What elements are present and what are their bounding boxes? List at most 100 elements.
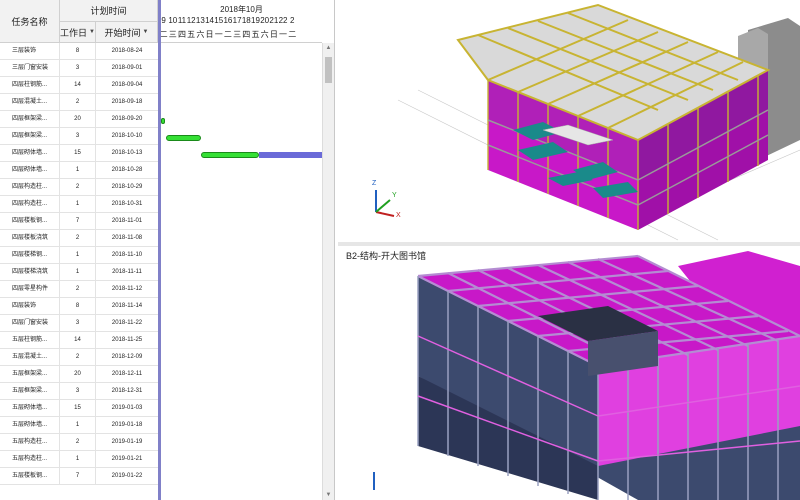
task-row[interactable]: 五层构造柱... 2 2019-01-19 (0, 434, 158, 451)
start-date-cell: 2018-11-10 (111, 252, 143, 258)
start-date-cell: 2018-09-18 (111, 99, 143, 105)
task-row[interactable]: 四层砌体墙... 1 2018-10-28 (0, 162, 158, 179)
start-date-cell: 2018-11-14 (111, 303, 143, 309)
start-date-cell: 2018-11-25 (111, 337, 143, 343)
weekday: 日 (205, 30, 214, 39)
task-row[interactable]: 四层门窗安装 3 2018-11-22 (0, 315, 158, 332)
work-days-cell: 8 (60, 298, 96, 314)
gantt-bar[interactable] (166, 135, 201, 141)
task-row[interactable]: 四层楼梯钢... 1 2018-11-10 (0, 247, 158, 264)
building-model-render-bottom (417, 251, 800, 500)
column-header-work-days[interactable]: 工作日 ▼ (60, 22, 96, 43)
task-row[interactable]: 三层门窗安装 3 2018-09-01 (0, 60, 158, 77)
axis-y-label: Y (392, 192, 397, 199)
gantt-bar[interactable] (161, 118, 165, 124)
weekday: 日 (269, 30, 278, 39)
start-date-cell: 2019-01-18 (111, 422, 143, 428)
task-name-cell: 四层柱钢筋... (0, 77, 60, 93)
start-date-cell: 2018-10-13 (111, 150, 143, 156)
task-name-cell: 五层楼板钢... (0, 468, 60, 484)
gantt-bar[interactable] (201, 152, 259, 158)
scroll-up-icon[interactable]: ▲ (323, 43, 334, 53)
weekday: 五 (187, 30, 196, 39)
scroll-down-icon[interactable]: ▼ (323, 490, 334, 500)
work-days-cell: 1 (60, 162, 96, 178)
weekday: 二 (288, 30, 297, 39)
work-days-cell: 2 (60, 349, 96, 365)
day-number: 18 (241, 16, 251, 25)
start-date-cell: 2018-08-24 (111, 48, 143, 54)
task-row[interactable]: 五层柱钢筋... 14 2018-11-25 (0, 332, 158, 349)
task-row[interactable]: 四层柱钢筋... 14 2018-09-04 (0, 77, 158, 94)
task-name-cell: 四层框架梁... (0, 128, 60, 144)
work-days-cell: 1 (60, 196, 96, 212)
axis-x-label: X (396, 212, 401, 219)
vertical-scrollbar[interactable]: ▲ ▼ (322, 43, 334, 500)
column-header-task-name[interactable]: 任务名称 (0, 0, 60, 43)
start-date-cell: 2018-09-20 (111, 116, 143, 122)
day-number: 15 (214, 16, 224, 25)
weekday: 二 (223, 30, 232, 39)
start-date-cell: 2019-01-21 (111, 456, 143, 462)
weekday: 一 (214, 30, 223, 39)
task-name-cell: 四层楼板浇筑 (0, 230, 60, 246)
weekday: 二 (161, 29, 168, 40)
task-name-label: 任务名称 (11, 16, 48, 27)
gantt-chart-area: 2018年10月 9101112131415161718192021222 二三… (161, 0, 322, 500)
task-row[interactable]: 四层楼梯浇筑 1 2018-11-11 (0, 264, 158, 281)
model-viewport-bottom[interactable]: B2-结构-开大图书馆 (338, 246, 800, 500)
column-header-start-date[interactable]: 开始时间 ▼ (96, 22, 158, 43)
task-row[interactable]: 五层砌体墙... 1 2019-01-18 (0, 417, 158, 434)
start-date-cell: 2019-01-03 (111, 405, 143, 411)
model-viewport-top[interactable]: Z Y X (338, 0, 800, 242)
task-row[interactable]: 五层混凝土... 2 2018-12-09 (0, 349, 158, 366)
gantt-panel: 任务名称 计划时间 工作日 ▼ 开始时间 ▼ 三层装饰 8 2018-08-24 三层门窗… (0, 0, 335, 500)
start-date-cell: 2018-12-31 (111, 388, 143, 394)
task-row[interactable]: 四层构造柱... 1 2018-10-31 (0, 196, 158, 213)
task-name-cell: 五层构造柱... (0, 434, 60, 450)
task-name-cell: 四层楼梯钢... (0, 247, 60, 263)
sort-arrow-icon[interactable]: ▼ (89, 29, 95, 35)
axis-indicator (366, 458, 402, 498)
day-number: 10 (168, 16, 178, 25)
work-days-cell: 3 (60, 383, 96, 399)
task-name-cell: 四层楼板钢... (0, 213, 60, 229)
task-row[interactable]: 五层砌体墙... 15 2019-01-03 (0, 400, 158, 417)
task-row[interactable]: 五层框架梁... 3 2018-12-31 (0, 383, 158, 400)
task-row[interactable]: 五层构造柱... 1 2019-01-21 (0, 451, 158, 468)
start-date-cell: 2018-10-31 (111, 201, 143, 207)
scrollbar-thumb[interactable] (325, 57, 332, 83)
day-number-header: 9 10111213141516171819202122 2 (161, 16, 297, 28)
task-row[interactable]: 四层砌体墙... 15 2018-10-13 (0, 145, 158, 162)
task-row[interactable]: 五层框架梁... 20 2018-12-11 (0, 366, 158, 383)
task-row[interactable]: 四层混凝土... 2 2018-09-18 (0, 94, 158, 111)
work-days-cell: 14 (60, 77, 96, 93)
day-number: 16 (223, 16, 233, 25)
work-days-cell: 2 (60, 281, 96, 297)
task-row[interactable]: 四层装饰 8 2018-11-14 (0, 298, 158, 315)
gantt-bar-overflow[interactable] (259, 152, 322, 158)
task-row[interactable]: 五层楼板钢... 7 2019-01-22 (0, 468, 158, 485)
day-number: 20 (260, 16, 270, 25)
task-row[interactable]: 四层楼板浇筑 2 2018-11-08 (0, 230, 158, 247)
task-row[interactable]: 四层零星构件 2 2018-11-12 (0, 281, 158, 298)
weekday: 三 (233, 30, 242, 39)
month-header: 2018年10月 (220, 5, 263, 14)
work-days-cell: 20 (60, 111, 96, 127)
task-row[interactable]: 四层框架梁... 3 2018-10-10 (0, 128, 158, 145)
task-row[interactable]: 四层构造柱... 2 2018-10-29 (0, 179, 158, 196)
task-row[interactable]: 四层框架梁... 20 2018-09-20 (0, 111, 158, 128)
sort-arrow-icon[interactable]: ▼ (143, 29, 149, 35)
task-name-cell: 五层构造柱... (0, 451, 60, 467)
work-days-cell: 1 (60, 247, 96, 263)
task-row[interactable]: 四层楼板钢... 7 2018-11-01 (0, 213, 158, 230)
work-days-cell: 1 (60, 417, 96, 433)
start-date-cell: 2018-12-09 (111, 354, 143, 360)
start-date-cell: 2018-10-28 (111, 167, 143, 173)
task-name-cell: 三层门窗安装 (0, 60, 60, 76)
weekday-header: 二三四五六日一二三四五六日一二 (161, 29, 297, 41)
task-row[interactable]: 三层装饰 8 2018-08-24 (0, 43, 158, 60)
work-days-cell: 1 (60, 264, 96, 280)
task-name-cell: 五层砌体墙... (0, 400, 60, 416)
task-name-cell: 五层砌体墙... (0, 417, 60, 433)
